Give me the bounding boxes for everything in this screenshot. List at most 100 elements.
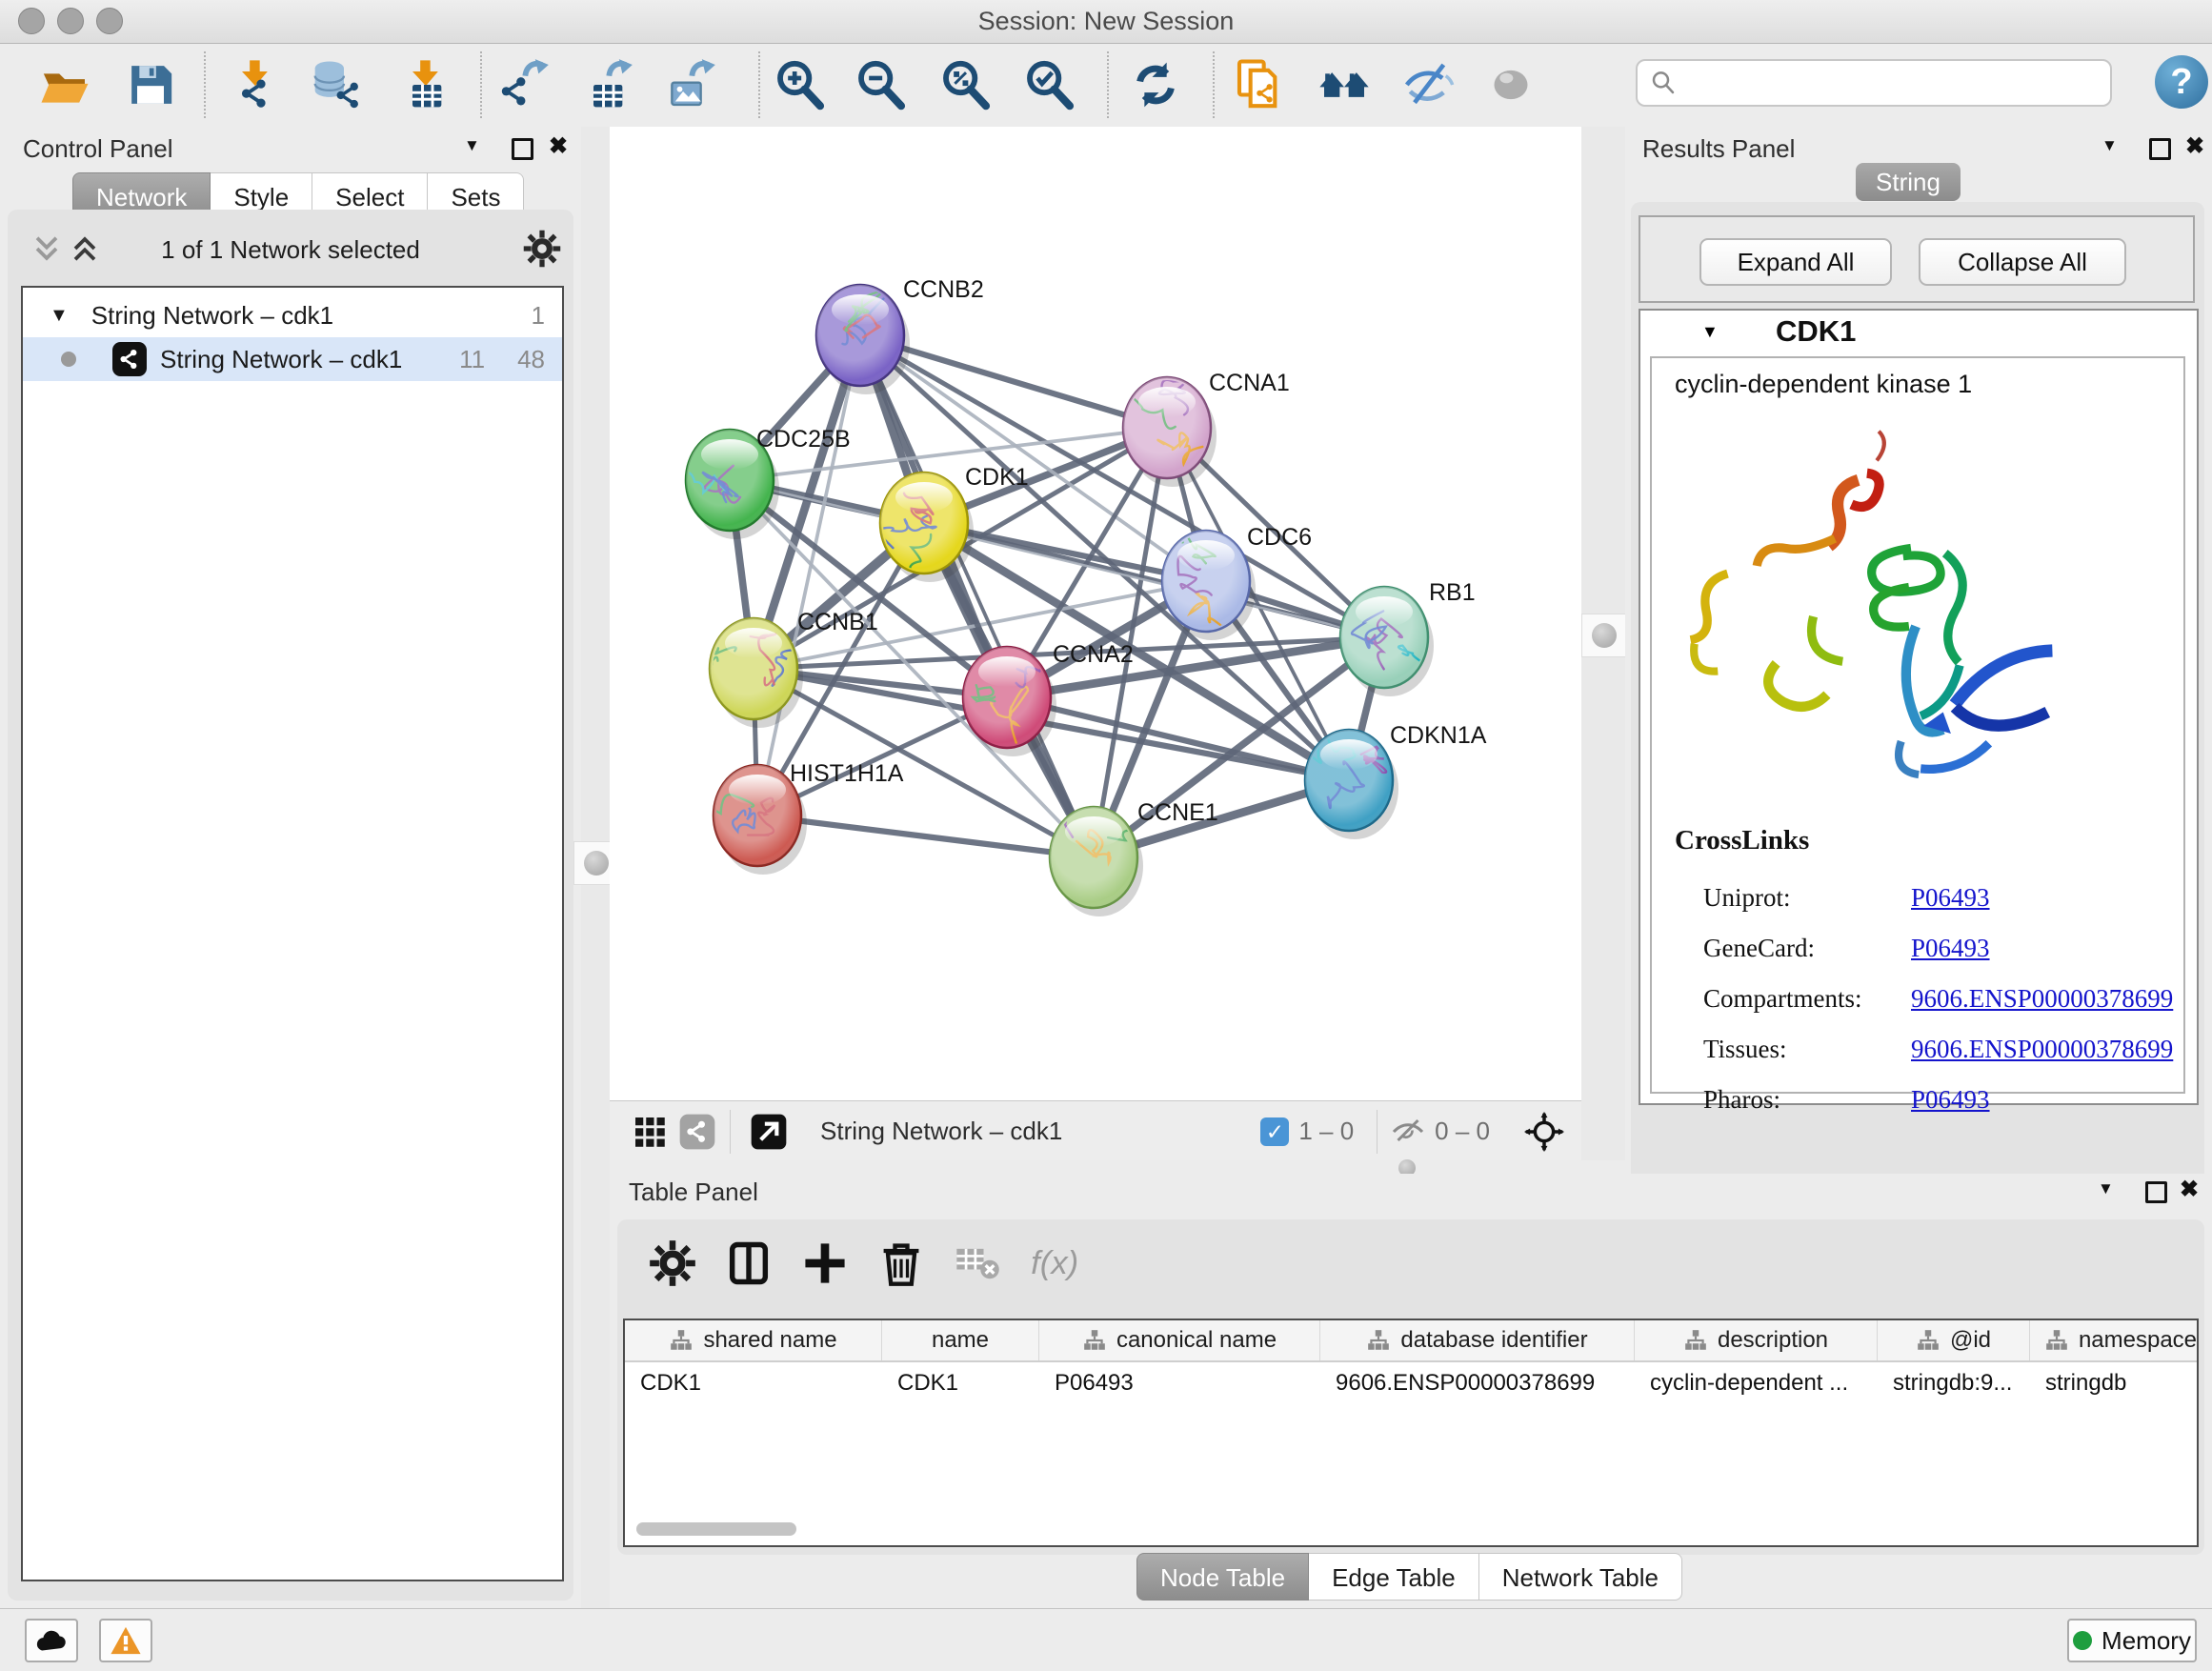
save-floppy-button[interactable] bbox=[123, 57, 178, 112]
tab-string[interactable]: String bbox=[1856, 163, 1961, 201]
grid-view-icon[interactable] bbox=[633, 1115, 667, 1149]
column-header-name[interactable]: name bbox=[882, 1320, 1039, 1360]
results-panel-title: Results Panel bbox=[1642, 134, 1795, 164]
gear-icon[interactable] bbox=[522, 229, 562, 269]
memory-button[interactable]: Memory bbox=[2067, 1619, 2197, 1662]
network-edge[interactable] bbox=[757, 815, 1094, 857]
panel-float-icon[interactable] bbox=[512, 138, 533, 160]
crosslink-link[interactable]: P06493 bbox=[1911, 883, 1990, 913]
open-folder-button[interactable] bbox=[37, 57, 92, 112]
search-input[interactable] bbox=[1636, 59, 2112, 107]
table-close-icon[interactable]: ✖ bbox=[2180, 1176, 2199, 1203]
documents-share-icon bbox=[1233, 58, 1286, 111]
export-image-button[interactable] bbox=[662, 57, 717, 112]
network-node-RB1[interactable]: RB1 bbox=[1340, 579, 1476, 696]
warnings-button[interactable] bbox=[99, 1619, 152, 1662]
network-node-CCNE1[interactable]: CCNE1 bbox=[1050, 787, 1218, 916]
refresh-button[interactable] bbox=[1128, 57, 1183, 112]
eye-button[interactable] bbox=[1483, 57, 1538, 112]
tab-node-table[interactable]: Node Table bbox=[1136, 1553, 1309, 1601]
crosslink-link[interactable]: P06493 bbox=[1911, 1085, 1990, 1115]
column-header-namespace[interactable]: namespace bbox=[2030, 1320, 2199, 1360]
table-cell[interactable]: P06493 bbox=[1039, 1362, 1320, 1404]
table-cell[interactable]: stringdb:9... bbox=[1878, 1362, 2030, 1404]
table-cell[interactable]: stringdb bbox=[2030, 1362, 2199, 1404]
crosslink-link[interactable]: 9606.ENSP00000378699 bbox=[1911, 984, 2173, 1014]
warning-icon bbox=[110, 1625, 142, 1656]
cloud-button[interactable] bbox=[25, 1619, 78, 1662]
string-network-graph[interactable]: CCNB2CCNA1CDC25BCDK1CDC6RB1CCNB1CCNA2CDK… bbox=[610, 127, 1581, 1100]
table-cell[interactable]: CDK1 bbox=[882, 1362, 1039, 1404]
network-item-label: String Network – cdk1 bbox=[160, 345, 402, 374]
eye-slash-button[interactable] bbox=[1400, 57, 1456, 112]
crosslink-link[interactable]: 9606.ENSP00000378699 bbox=[1911, 1035, 2173, 1064]
network-tree-item-row[interactable]: String Network – cdk1 11 48 bbox=[23, 337, 562, 381]
network-view-icon[interactable] bbox=[678, 1113, 716, 1151]
column-header-description[interactable]: description bbox=[1635, 1320, 1878, 1360]
network-node-CCNA2[interactable]: CCNA2 bbox=[963, 641, 1134, 756]
selected-nodes-checkbox-icon[interactable]: ✓ bbox=[1260, 1117, 1289, 1146]
birdseye-crosshair-icon[interactable] bbox=[1524, 1112, 1564, 1152]
houses-button[interactable] bbox=[1317, 57, 1372, 112]
toolbar-separator bbox=[480, 51, 482, 118]
column-header--id[interactable]: @id bbox=[1878, 1320, 2030, 1360]
column-header-canonical-name[interactable]: canonical name bbox=[1039, 1320, 1320, 1360]
tab-edge-table[interactable]: Edge Table bbox=[1309, 1553, 1479, 1601]
column-header-database-identifier[interactable]: database identifier bbox=[1320, 1320, 1635, 1360]
export-network-button[interactable] bbox=[495, 57, 551, 112]
gear-button[interactable] bbox=[646, 1237, 699, 1290]
table-cell[interactable]: cyclin-dependent ... bbox=[1635, 1362, 1878, 1404]
help-button[interactable]: ? bbox=[2155, 55, 2208, 109]
columns-button[interactable] bbox=[722, 1237, 775, 1290]
documents-share-button[interactable] bbox=[1232, 57, 1287, 112]
network-node-CDC25B[interactable]: CDC25B bbox=[668, 426, 851, 539]
tab-network-table[interactable]: Network Table bbox=[1479, 1553, 1682, 1601]
node-label-CDK1: CDK1 bbox=[965, 464, 1029, 491]
current-network-indicator-icon bbox=[61, 352, 76, 367]
table-hscrollbar[interactable] bbox=[636, 1522, 796, 1536]
plus-button[interactable] bbox=[798, 1237, 852, 1290]
panel-close-icon[interactable]: ✖ bbox=[549, 132, 568, 160]
crosslink-link[interactable]: P06493 bbox=[1911, 934, 1990, 963]
network-node-CDKN1A[interactable]: CDKN1A bbox=[1299, 722, 1487, 839]
table-menu-icon[interactable]: ▼ bbox=[2098, 1179, 2114, 1198]
table-cell[interactable]: 9606.ENSP00000378699 bbox=[1320, 1362, 1635, 1404]
table-row[interactable]: CDK1CDK1P064939606.ENSP00000378699cyclin… bbox=[625, 1362, 2197, 1404]
zoom-check-button[interactable] bbox=[1022, 57, 1077, 112]
results-menu-icon[interactable]: ▼ bbox=[2101, 136, 2118, 155]
gear-icon bbox=[648, 1238, 697, 1288]
table-float-icon[interactable] bbox=[2145, 1181, 2167, 1203]
network-view-canvas[interactable]: CCNB2CCNA1CDC25BCDK1CDC6RB1CCNB1CCNA2CDK… bbox=[610, 127, 1581, 1100]
right-splitter-handle[interactable] bbox=[1581, 614, 1627, 657]
collapse-all-button[interactable]: Collapse All bbox=[1919, 238, 2126, 286]
table-cell[interactable]: CDK1 bbox=[625, 1362, 882, 1404]
import-database-button[interactable] bbox=[310, 57, 365, 112]
export-table-icon bbox=[580, 58, 633, 111]
network-node-HIST1H1A[interactable]: HIST1H1A bbox=[695, 760, 904, 875]
import-network-button[interactable] bbox=[228, 57, 283, 112]
import-table-button[interactable] bbox=[398, 57, 453, 112]
export-table-button[interactable] bbox=[579, 57, 634, 112]
node-table[interactable]: shared namenamecanonical namedatabase id… bbox=[623, 1319, 2199, 1547]
network-tree-root-row[interactable]: ▼ String Network – cdk1 1 bbox=[23, 293, 562, 337]
trash-button[interactable] bbox=[875, 1237, 928, 1290]
results-float-icon[interactable] bbox=[2149, 138, 2171, 160]
control-panel: Control Panel ▼ ✖ NetworkStyleSelectSets… bbox=[0, 127, 581, 1608]
detach-view-icon[interactable] bbox=[750, 1113, 788, 1151]
gene-collapse-icon[interactable]: ▼ bbox=[1701, 322, 1719, 342]
expand-all-button[interactable]: Expand All bbox=[1699, 238, 1892, 286]
network-node-CCNB2[interactable]: CCNB2 bbox=[816, 276, 984, 394]
zoom-in-button[interactable] bbox=[773, 57, 828, 112]
network-edge[interactable] bbox=[757, 335, 860, 815]
network-node-CCNB1[interactable]: CCNB1 bbox=[707, 609, 878, 728]
tree-expand-icon[interactable]: ▼ bbox=[50, 305, 69, 327]
zoom-fit-button[interactable] bbox=[938, 57, 994, 112]
zoom-out-button[interactable] bbox=[854, 57, 909, 112]
results-close-icon[interactable]: ✖ bbox=[2185, 132, 2204, 160]
cytoscape-window: Session: New Session ? Control Panel ▼ ✖… bbox=[0, 0, 2212, 1671]
panel-menu-icon[interactable]: ▼ bbox=[464, 136, 480, 155]
node-label-CCNB2: CCNB2 bbox=[903, 276, 984, 303]
column-header-shared-name[interactable]: shared name bbox=[625, 1320, 882, 1360]
column-header-label: namespace bbox=[2079, 1327, 2197, 1354]
network-node-CCNA1[interactable]: CCNA1 bbox=[1117, 364, 1290, 487]
